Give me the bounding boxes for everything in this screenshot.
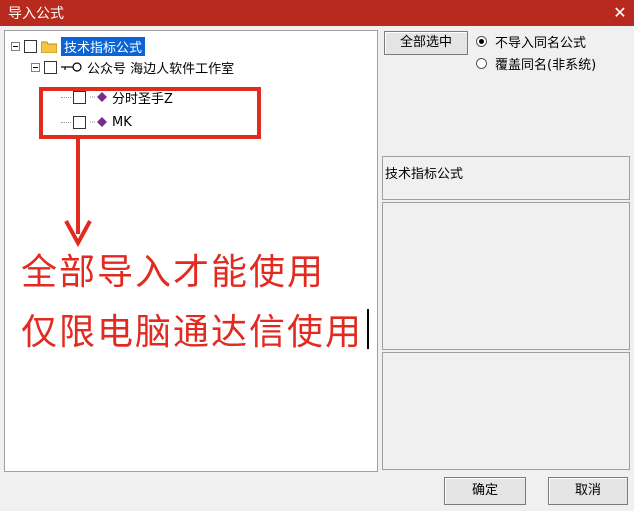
radio-label: 覆盖同名(非系统) [495, 58, 597, 73]
key-icon [61, 62, 82, 72]
radio-on-icon[interactable] [476, 36, 487, 47]
tree-group-checkbox[interactable] [44, 60, 57, 74]
category-label: 技术指标公式 [385, 167, 464, 182]
window-title: 导入公式 [8, 6, 64, 22]
annotation-arrow-icon [64, 139, 92, 248]
annotation-line-1: 全部导入才能使用 [21, 252, 326, 293]
select-all-button[interactable]: 全部选中 [384, 31, 468, 55]
category-panel: 技术指标公式 [382, 156, 630, 200]
ok-button[interactable]: 确定 [444, 477, 526, 505]
radio-skip-duplicates[interactable]: 不导入同名公式 [476, 32, 586, 51]
folder-icon [41, 41, 57, 53]
radio-overwrite-duplicates[interactable]: 覆盖同名(非系统) [476, 54, 596, 73]
description-panel [382, 202, 630, 350]
collapse-icon[interactable] [11, 41, 20, 51]
radio-label: 不导入同名公式 [495, 36, 587, 51]
tree-root-row[interactable]: 技术指标公式 [11, 36, 146, 56]
collapse-icon[interactable] [31, 62, 40, 72]
title-bar: 导入公式 ✕ [0, 0, 634, 26]
cancel-button[interactable]: 取消 [548, 477, 628, 505]
close-icon[interactable]: ✕ [610, 3, 630, 23]
radio-off-icon[interactable] [476, 58, 487, 69]
tree-root-label: 技术指标公式 [61, 36, 146, 56]
tree-group-row[interactable]: 公众号 海边人软件工作室 [31, 58, 235, 77]
text-caret [367, 309, 369, 349]
formula-tree[interactable]: 技术指标公式 公众号 海边人软件工作室 分时圣手Z MK 全部导入才能使用 仅限… [4, 30, 378, 472]
preview-panel [382, 352, 630, 470]
annotation-line-2: 仅限电脑通达信使用 [21, 312, 364, 353]
options-column: 全部选中 不导入同名公式 覆盖同名(非系统) 技术指标公式 [380, 26, 634, 476]
tree-root-checkbox[interactable] [24, 39, 37, 53]
tree-group-label: 公众号 海边人软件工作室 [87, 61, 235, 77]
dialog-body: 技术指标公式 公众号 海边人软件工作室 分时圣手Z MK 全部导入才能使用 仅限… [0, 26, 634, 511]
annotation-highlight-box [39, 87, 261, 139]
